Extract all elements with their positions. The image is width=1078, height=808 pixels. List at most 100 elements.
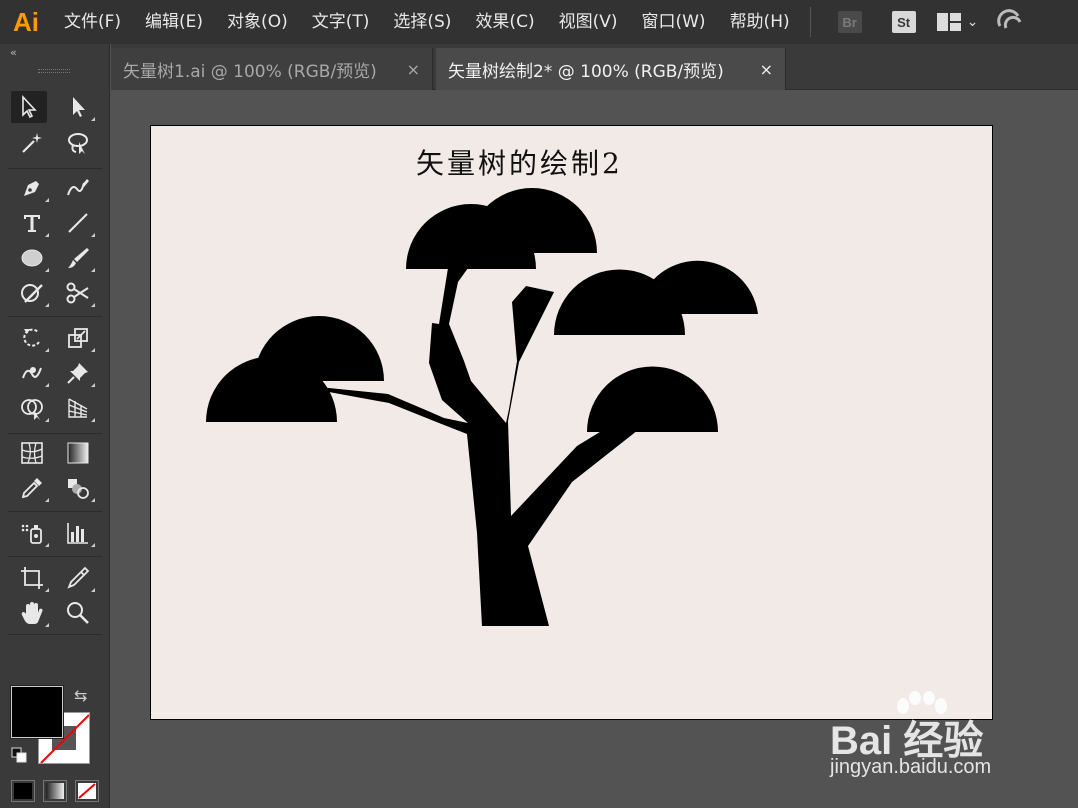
stock-button[interactable]: St bbox=[891, 11, 916, 33]
line-segment-tool[interactable] bbox=[60, 207, 96, 239]
tab-label: 矢量树绘制2* @ 100% (RGB/预览) bbox=[448, 61, 724, 82]
hand-tool[interactable] bbox=[14, 597, 50, 629]
none-mode-button[interactable] bbox=[75, 780, 99, 802]
type-tool[interactable] bbox=[14, 207, 50, 239]
ellipse-tool[interactable] bbox=[14, 242, 50, 274]
pen-tool[interactable] bbox=[14, 172, 50, 204]
line-segment-icon bbox=[68, 213, 88, 233]
tools-separator bbox=[8, 168, 102, 169]
magic-wand-tool[interactable] bbox=[14, 127, 50, 159]
close-icon[interactable]: × bbox=[407, 60, 420, 79]
color-mode-button[interactable] bbox=[11, 780, 35, 802]
tree-artwork[interactable] bbox=[151, 126, 992, 719]
direct-selection-tool[interactable] bbox=[60, 91, 96, 123]
canopy-upper-right-b bbox=[637, 260, 758, 314]
type-t-icon bbox=[24, 215, 40, 232]
artboard-tool[interactable] bbox=[14, 562, 50, 594]
scissors-tool[interactable] bbox=[60, 277, 96, 309]
close-icon[interactable]: × bbox=[760, 60, 773, 79]
swap-fill-stroke-icon[interactable]: ⇆ bbox=[74, 686, 87, 705]
hand-icon bbox=[21, 602, 43, 624]
menu-view[interactable]: 视图(V) bbox=[547, 0, 630, 44]
puppet-warp-tool[interactable] bbox=[60, 357, 96, 389]
tools-separator bbox=[8, 556, 102, 557]
warp-tool[interactable] bbox=[14, 357, 50, 389]
magic-wand-icon bbox=[22, 133, 42, 153]
app-logo: Ai bbox=[13, 6, 39, 37]
eyedropper-tool[interactable] bbox=[14, 472, 50, 504]
chevron-down-icon: ⌄ bbox=[966, 14, 979, 30]
tools-separator bbox=[8, 511, 102, 512]
curvature-pen-icon bbox=[67, 179, 89, 196]
workspace-switcher[interactable]: ⌄ bbox=[936, 13, 979, 31]
canopy-top-right bbox=[467, 188, 597, 253]
mesh-tool[interactable] bbox=[14, 437, 50, 469]
artboard[interactable]: 矢量树的绘制2 bbox=[150, 125, 993, 720]
tools-separator bbox=[8, 433, 102, 434]
mesh-icon bbox=[21, 442, 43, 464]
perspective-grid-tool[interactable] bbox=[60, 392, 96, 424]
selection-arrow-icon bbox=[22, 94, 37, 119]
symbol-sprayer-tool[interactable] bbox=[14, 517, 50, 549]
lasso-tool[interactable] bbox=[60, 127, 96, 159]
slice-knife-icon bbox=[67, 566, 90, 589]
collapse-panel-button[interactable]: ‹‹ bbox=[10, 46, 17, 59]
shape-builder-icon bbox=[21, 399, 43, 420]
column-graph-tool[interactable] bbox=[60, 517, 96, 549]
column-graph-icon bbox=[67, 523, 88, 544]
blend-tool[interactable] bbox=[60, 472, 96, 504]
shape-builder-tool[interactable] bbox=[14, 392, 50, 424]
menu-file[interactable]: 文件(F) bbox=[52, 0, 133, 44]
bridge-button[interactable]: Br bbox=[837, 11, 862, 33]
pushpin-icon bbox=[67, 363, 88, 384]
default-colors-icon[interactable] bbox=[11, 747, 27, 767]
tab-document-2[interactable]: 矢量树绘制2* @ 100% (RGB/预览) × bbox=[436, 48, 786, 90]
none-icon bbox=[78, 783, 96, 799]
paintbrush-tool[interactable] bbox=[60, 242, 96, 274]
scissors-icon bbox=[66, 282, 89, 304]
direct-selection-arrow-icon bbox=[73, 97, 85, 117]
menu-object[interactable]: 对象(O) bbox=[215, 0, 300, 44]
selection-tool[interactable] bbox=[11, 91, 47, 123]
ellipse-icon bbox=[21, 249, 43, 267]
tools-separator bbox=[8, 634, 102, 635]
paintbrush-icon bbox=[68, 248, 89, 268]
magnifier-icon bbox=[67, 602, 89, 624]
fill-color-swatch[interactable] bbox=[10, 685, 64, 739]
tab-document-1[interactable]: 矢量树1.ai @ 100% (RGB/预览) × bbox=[111, 48, 433, 90]
slice-tool[interactable] bbox=[60, 562, 96, 594]
menu-select[interactable]: 选择(S) bbox=[381, 0, 463, 44]
canopy-lower-right bbox=[587, 366, 718, 432]
menu-help[interactable]: 帮助(H) bbox=[718, 0, 802, 44]
menu-bar: Ai 文件(F) 编辑(E) 对象(O) 文字(T) 选择(S) 效果(C) 视… bbox=[0, 0, 1078, 44]
scale-tool[interactable] bbox=[60, 322, 96, 354]
tools-panel: ‹‹ ⇆ bbox=[0, 44, 110, 808]
tab-label: 矢量树1.ai @ 100% (RGB/预览) bbox=[123, 61, 377, 82]
artboard-icon bbox=[21, 567, 43, 589]
menu-edit[interactable]: 编辑(E) bbox=[133, 0, 215, 44]
tools-separator bbox=[8, 316, 102, 317]
shaper-icon bbox=[21, 284, 43, 303]
workspace-grid-icon bbox=[936, 13, 961, 31]
document-tab-bar: 矢量树1.ai @ 100% (RGB/预览) × 矢量树绘制2* @ 100%… bbox=[111, 44, 1078, 90]
gradient-icon bbox=[67, 442, 89, 464]
panel-grip[interactable] bbox=[38, 69, 70, 73]
watermark: Bai 经验 jingyan.baidu.com bbox=[825, 690, 1035, 790]
menu-type[interactable]: 文字(T) bbox=[300, 0, 382, 44]
rotate-icon bbox=[23, 328, 40, 347]
menu-effect[interactable]: 效果(C) bbox=[463, 0, 546, 44]
canopy-left-b bbox=[254, 316, 384, 381]
perspective-grid-icon bbox=[68, 398, 88, 418]
sync-icon[interactable] bbox=[996, 8, 1026, 36]
zoom-tool[interactable] bbox=[60, 597, 96, 629]
shaper-tool[interactable] bbox=[14, 277, 50, 309]
rotate-tool[interactable] bbox=[14, 322, 50, 354]
eyedropper-icon bbox=[21, 478, 42, 499]
curvature-tool[interactable] bbox=[60, 172, 96, 204]
warp-icon bbox=[22, 367, 42, 379]
scale-icon bbox=[68, 328, 88, 348]
menu-window[interactable]: 窗口(W) bbox=[629, 0, 717, 44]
gradient-tool[interactable] bbox=[60, 437, 96, 469]
gradient-mode-button[interactable] bbox=[43, 780, 67, 802]
blend-icon bbox=[68, 479, 89, 499]
